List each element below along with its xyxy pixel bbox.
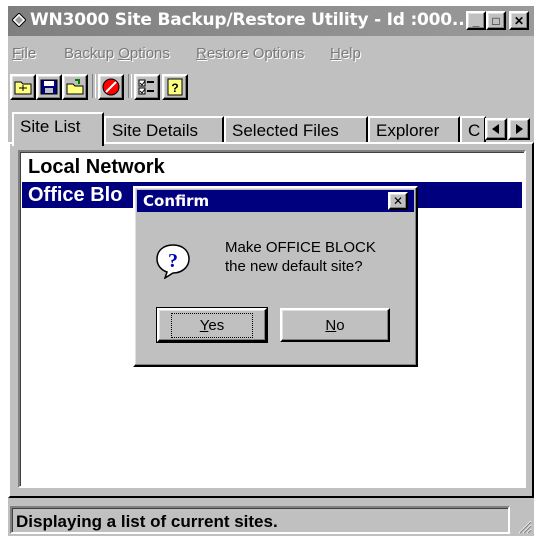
maximize-icon: □ bbox=[492, 13, 500, 28]
toolbar-separator bbox=[128, 74, 132, 98]
dialog-message-line: Make OFFICE BLOCK bbox=[225, 239, 376, 256]
new-site-icon[interactable] bbox=[62, 74, 88, 100]
toolbar-separator bbox=[92, 74, 96, 98]
menu-backup-options[interactable]: Backup Options bbox=[64, 45, 170, 62]
select-files-icon[interactable] bbox=[134, 74, 160, 100]
tab-scroll-left-button[interactable] bbox=[485, 118, 507, 140]
menu-file[interactable]: File bbox=[12, 45, 36, 62]
arrow-right-icon bbox=[516, 124, 523, 134]
close-button[interactable]: ✕ bbox=[509, 11, 529, 30]
help-icon[interactable]: ? bbox=[162, 74, 188, 100]
app-diamond-icon bbox=[12, 13, 26, 27]
yes-button[interactable]: Yes bbox=[156, 307, 268, 343]
question-icon: ? bbox=[156, 244, 190, 279]
dialog-message: Make OFFICE BLOCK the new default site? bbox=[225, 238, 405, 276]
menu-help[interactable]: Help bbox=[330, 45, 361, 62]
confirm-dialog: Confirm ✕ ? Make OFFICE BLOCK the new de… bbox=[133, 186, 418, 367]
tab-scroll-right-button[interactable] bbox=[508, 118, 530, 140]
dialog-title: Confirm bbox=[143, 192, 210, 210]
title-bar[interactable]: WN3000 Site Backup/Restore Utility - Id … bbox=[8, 6, 534, 36]
minimize-button[interactable]: _ bbox=[466, 11, 486, 30]
dialog-title-bar[interactable]: Confirm ✕ bbox=[137, 190, 414, 212]
save-site-icon[interactable] bbox=[36, 74, 62, 100]
dialog-close-button[interactable]: ✕ bbox=[388, 192, 408, 210]
close-icon: ✕ bbox=[513, 13, 525, 28]
open-site-icon[interactable] bbox=[10, 74, 36, 100]
tab-partial[interactable]: C bbox=[460, 116, 486, 144]
site-list-item[interactable]: Local Network bbox=[22, 154, 522, 180]
maximize-button[interactable]: □ bbox=[486, 11, 506, 30]
svg-text:?: ? bbox=[171, 81, 178, 95]
status-text: Displaying a list of current sites. bbox=[10, 506, 510, 534]
size-grip-icon[interactable] bbox=[516, 518, 532, 534]
tab-explorer[interactable]: Explorer bbox=[368, 116, 460, 144]
tab-strip: Site List Site Details Selected Files Ex… bbox=[8, 112, 534, 146]
svg-text:?: ? bbox=[168, 250, 178, 272]
no-button[interactable]: No bbox=[280, 308, 390, 342]
close-icon: ✕ bbox=[392, 194, 404, 208]
stop-icon[interactable] bbox=[98, 74, 124, 100]
tab-site-list[interactable]: Site List bbox=[12, 112, 104, 146]
window-title: WN3000 Site Backup/Restore Utility - Id … bbox=[30, 10, 471, 30]
status-bar: Displaying a list of current sites. bbox=[8, 504, 534, 536]
menu-bar: File Backup Options Restore Options Help bbox=[8, 44, 534, 66]
menu-restore-options[interactable]: Restore Options bbox=[196, 45, 304, 62]
toolbar: ? bbox=[8, 72, 534, 102]
minimize-icon: _ bbox=[472, 13, 480, 28]
dialog-message-line: the new default site? bbox=[225, 258, 363, 275]
tab-selected-files[interactable]: Selected Files bbox=[224, 116, 368, 144]
arrow-left-icon bbox=[492, 124, 499, 134]
tab-site-details[interactable]: Site Details bbox=[104, 116, 224, 144]
